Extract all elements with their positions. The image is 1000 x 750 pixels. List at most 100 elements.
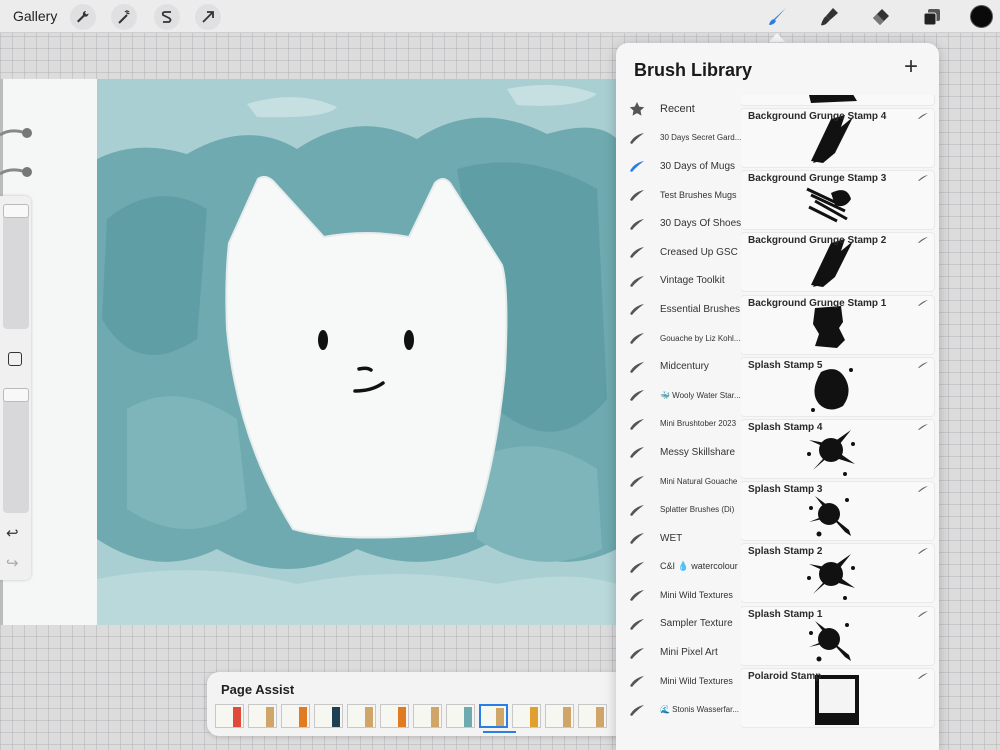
brush-set-item[interactable]: Messy Skillshare — [616, 438, 741, 467]
brush-card[interactable]: Polaroid Stamp — [741, 668, 934, 727]
slider-knob[interactable] — [3, 388, 29, 402]
brush-stroke-icon — [918, 237, 928, 244]
brush-stroke-icon — [630, 361, 644, 373]
brush-set-item[interactable]: 30 Days of Mugs — [616, 152, 741, 181]
brush-stroke-icon — [918, 175, 928, 182]
thumbnail-artwork — [464, 707, 472, 727]
brush-set-label: Mini Wild Textures — [660, 676, 733, 687]
brush-set-item[interactable]: Mini Wild Textures — [616, 667, 741, 696]
redo-button[interactable]: ↪ — [6, 554, 19, 572]
smudge-tool-button[interactable] — [816, 4, 842, 30]
thumbnail-artwork — [299, 707, 307, 727]
brush-tool-button[interactable] — [764, 4, 790, 30]
brush-set-item[interactable]: Sampler Texture — [616, 610, 741, 639]
brush-set-label: 30 Days Secret Gard... — [660, 133, 741, 143]
page-thumbnail[interactable] — [248, 704, 277, 728]
brush-set-item[interactable]: Splatter Brushes (Di) — [616, 495, 741, 524]
brush-set-label: Splatter Brushes (Di) — [660, 505, 735, 515]
brush-card[interactable]: Splash Stamp 3 — [741, 482, 934, 541]
brush-set-item[interactable]: Midcentury — [616, 352, 741, 381]
eraser-icon — [873, 9, 889, 25]
brush-set-label: 🐳 Wooly Water Star... — [660, 390, 741, 400]
brush-set-item[interactable]: Creased Up GSC — [616, 238, 741, 267]
brush-card[interactable]: Background Grunge Stamp 3 — [741, 171, 934, 230]
modify-square-button[interactable] — [8, 352, 22, 366]
gallery-button[interactable]: Gallery — [13, 8, 57, 24]
layers-button[interactable] — [919, 4, 945, 30]
brush-set-label: Mini Natural Gouache — [660, 476, 738, 486]
canvas-artwork[interactable] — [97, 79, 617, 625]
brushes-list: Background Grunge Stamp 4 Background Grun… — [741, 95, 939, 750]
brush-set-item[interactable]: 🐳 Wooly Water Star... — [616, 381, 741, 410]
brush-set-item[interactable]: C&I 💧 watercolour — [616, 553, 741, 582]
page-thumbnail[interactable] — [281, 704, 310, 728]
brush-stroke-icon — [918, 113, 928, 119]
brush-stroke-icon — [630, 333, 644, 345]
undo-button[interactable]: ↩ — [6, 524, 19, 542]
page-thumbnail[interactable] — [314, 704, 343, 728]
brush-stroke-icon — [630, 647, 644, 659]
brush-set-item[interactable]: 🌊 Stonis Wasserfar... — [616, 695, 741, 724]
page-thumbnail[interactable] — [347, 704, 376, 728]
brush-stroke-icon — [918, 424, 928, 430]
add-brush-set-button[interactable]: + — [899, 55, 923, 79]
brush-stroke-icon — [630, 590, 644, 602]
brush-set-item[interactable]: Mini Brushtober 2023 — [616, 410, 741, 439]
brush-set-item[interactable]: 30 Days Of Shoes — [616, 209, 741, 238]
brush-stroke-icon — [630, 418, 644, 430]
brush-stroke-icon — [630, 561, 644, 573]
brush-icon — [769, 8, 786, 25]
brush-set-item[interactable]: Essential Brushes — [616, 295, 741, 324]
brush-card[interactable]: Splash Stamp 2 — [741, 544, 934, 603]
cat-illustration — [97, 79, 617, 625]
brush-card[interactable]: Splash Stamp 4 — [741, 420, 934, 478]
page-thumbnail[interactable] — [512, 704, 541, 728]
thumbnail-artwork — [233, 707, 241, 727]
brush-stroke-icon — [918, 548, 928, 555]
brush-stroke-icon — [630, 190, 644, 202]
selection-button[interactable] — [154, 4, 180, 30]
brush-card[interactable]: Splash Stamp 1 — [741, 606, 934, 665]
page-thumbnail[interactable] — [380, 704, 409, 728]
brush-set-item[interactable]: Gouache by Liz Kohl... — [616, 324, 741, 353]
brush-sets-list: Recent 30 Days Secret Gard... 30 Days of M… — [616, 95, 741, 750]
adjustments-button[interactable] — [111, 4, 137, 30]
page-thumbnail[interactable] — [545, 704, 574, 728]
eraser-tool-button[interactable] — [867, 4, 893, 30]
side-bar: ↩ ↪ — [0, 196, 31, 580]
brush-set-item[interactable]: Recent — [616, 95, 741, 124]
brush-set-item[interactable]: Vintage Toolkit — [616, 267, 741, 296]
brush-stroke-icon — [630, 161, 644, 173]
popover-caret — [769, 33, 785, 42]
brush-card[interactable]: Background Grunge Stamp 4 — [741, 109, 934, 167]
thumbnail-artwork — [332, 707, 340, 727]
brush-set-label: WET — [660, 532, 683, 544]
brush-set-item[interactable]: 30 Days Secret Gard... — [616, 124, 741, 153]
brush-set-item[interactable]: WET — [616, 524, 741, 553]
page-thumbnail[interactable] — [479, 704, 508, 728]
page-thumbnail[interactable] — [215, 704, 244, 728]
page-thumbnail[interactable] — [578, 704, 607, 728]
brush-stroke-icon — [630, 390, 644, 402]
page-thumbnail[interactable] — [446, 704, 475, 728]
thumbnail-artwork — [365, 707, 373, 727]
slider-knob[interactable] — [3, 204, 29, 218]
brush-set-item[interactable]: Test Brushes Mugs — [616, 181, 741, 210]
brush-set-item[interactable]: Mini Wild Textures — [616, 581, 741, 610]
brush-card[interactable]: Background Grunge Stamp 2 — [741, 233, 934, 292]
opacity-slider[interactable] — [3, 388, 29, 513]
brush-set-item[interactable]: Mini Natural Gouache — [616, 467, 741, 496]
brush-card[interactable]: Background Grunge Stamp 1 — [741, 295, 934, 354]
transform-button[interactable] — [195, 4, 221, 30]
thumbnail-artwork — [398, 707, 406, 727]
star-icon — [629, 102, 645, 116]
brush-card-partial[interactable] — [741, 95, 934, 105]
actions-wrench-button[interactable] — [70, 4, 96, 30]
brush-set-label: Recent — [660, 103, 695, 116]
page-thumbnail[interactable] — [413, 704, 442, 728]
brush-set-item[interactable]: Mini Pixel Art — [616, 638, 741, 667]
color-picker-button[interactable] — [970, 5, 993, 28]
brush-name: Polaroid Stamp — [748, 670, 822, 682]
brush-card[interactable]: Splash Stamp 5 — [741, 357, 934, 416]
brush-size-slider[interactable] — [3, 204, 29, 329]
